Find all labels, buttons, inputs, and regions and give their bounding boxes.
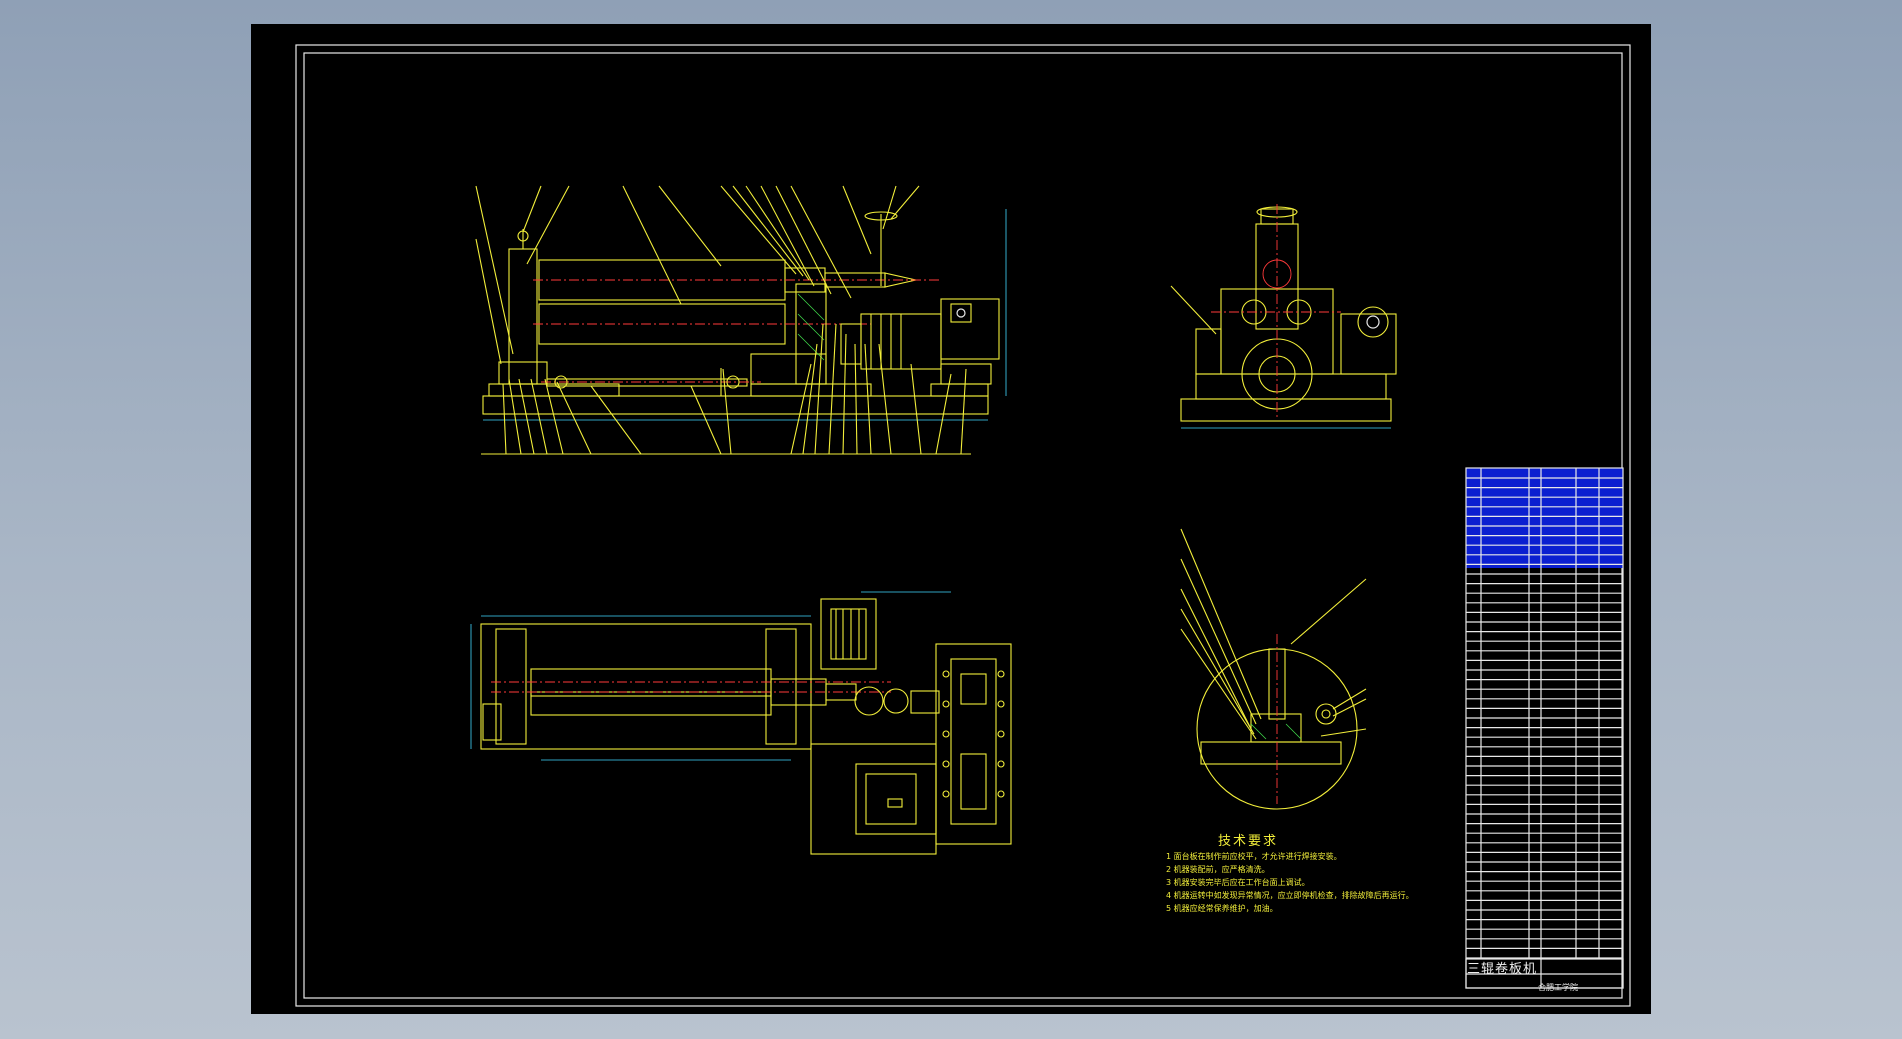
drawing-title: 三辊卷板机 bbox=[1467, 962, 1538, 977]
inner-frame bbox=[303, 52, 1623, 999]
drawing-sheet: 技术要求 1 面台板在制作前应校平，才允许进行焊接安装。 2 机器装配前，应严格… bbox=[251, 24, 1651, 1014]
school-name: 合肥工学院 bbox=[1538, 983, 1578, 992]
side-view bbox=[1170, 204, 1397, 429]
technical-requirements-heading: 技术要求 bbox=[1218, 834, 1279, 849]
tech-requirement-4: 4 机器运转中如发现异常情况，应立即停机检查，排除故障后再运行。 bbox=[1166, 891, 1414, 900]
outer-frame bbox=[295, 44, 1631, 1007]
front-view bbox=[475, 185, 1007, 455]
tech-requirement-3: 3 机器安装完毕后应在工作台面上调试。 bbox=[1166, 878, 1310, 887]
tech-requirement-2: 2 机器装配前，应严格清洗。 bbox=[1166, 865, 1270, 874]
plan-view bbox=[470, 591, 1012, 855]
parts-list bbox=[1465, 467, 1624, 989]
cad-drawing bbox=[295, 44, 1631, 1007]
tech-requirement-1: 1 面台板在制作前应校平，才允许进行焊接安装。 bbox=[1166, 852, 1342, 861]
tech-requirement-5: 5 机器应经常保养维护，加油。 bbox=[1166, 904, 1278, 913]
detail-view bbox=[1180, 528, 1367, 810]
